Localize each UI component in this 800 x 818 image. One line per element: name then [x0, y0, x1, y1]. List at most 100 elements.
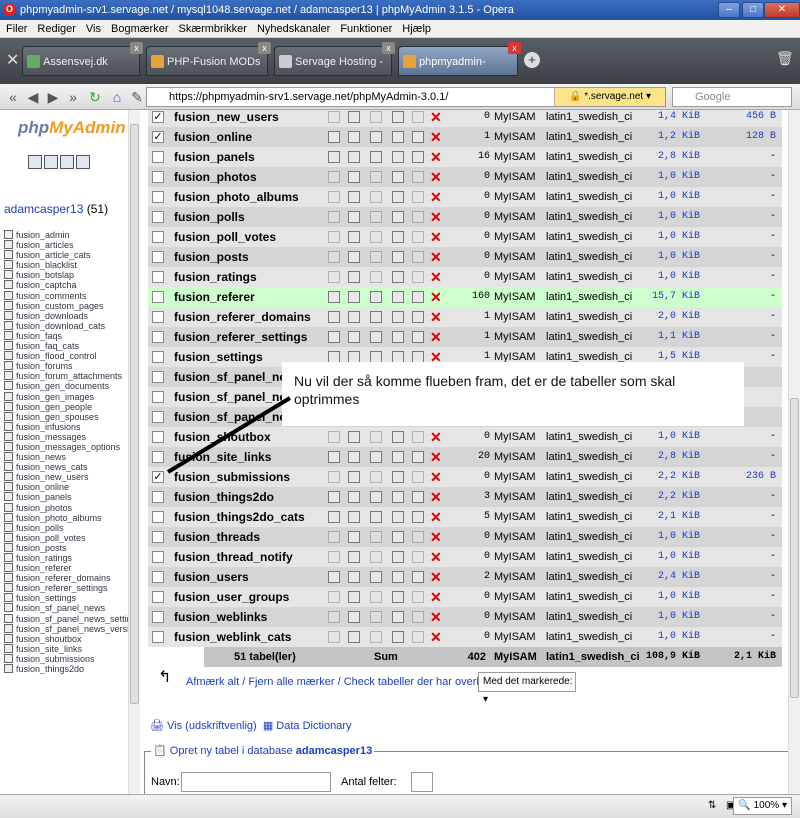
- menu-item[interactable]: Filer: [6, 23, 27, 35]
- browse-icon[interactable]: [328, 491, 340, 503]
- insert-icon[interactable]: [392, 571, 404, 583]
- insert-icon[interactable]: [392, 471, 404, 483]
- browse-icon[interactable]: [328, 251, 340, 263]
- structure-icon[interactable]: [348, 191, 360, 203]
- rewind-icon[interactable]: «: [4, 88, 22, 106]
- browse-icon[interactable]: [328, 531, 340, 543]
- sidebar-table-link[interactable]: fusion_faqs: [4, 331, 128, 341]
- browse-icon[interactable]: [328, 511, 340, 523]
- sidebar-table-link[interactable]: fusion_ratings: [4, 553, 128, 563]
- search-icon[interactable]: [370, 431, 382, 443]
- structure-icon[interactable]: [348, 211, 360, 223]
- empty-icon[interactable]: [412, 631, 424, 643]
- drop-icon[interactable]: ✕: [430, 247, 442, 267]
- empty-icon[interactable]: [412, 251, 424, 263]
- search-icon[interactable]: [370, 251, 382, 263]
- empty-icon[interactable]: [412, 311, 424, 323]
- sidebar-table-link[interactable]: fusion_captcha: [4, 280, 128, 290]
- insert-icon[interactable]: [392, 231, 404, 243]
- empty-icon[interactable]: [412, 211, 424, 223]
- empty-icon[interactable]: [412, 591, 424, 603]
- menu-item[interactable]: Skærmbrikker: [178, 23, 246, 35]
- table-name-link[interactable]: fusion_new_users: [174, 110, 279, 127]
- sidebar-table-link[interactable]: fusion_polls: [4, 523, 128, 533]
- row-checkbox[interactable]: [152, 451, 164, 463]
- sidebar-table-link[interactable]: fusion_admin: [4, 230, 128, 240]
- row-checkbox[interactable]: [152, 211, 164, 223]
- row-checkbox[interactable]: [152, 351, 164, 363]
- sidebar-table-link[interactable]: fusion_posts: [4, 543, 128, 553]
- check-all-links[interactable]: Afmærk alt / Fjern alle mærker / Check t…: [186, 669, 501, 695]
- structure-icon[interactable]: [348, 431, 360, 443]
- browse-icon[interactable]: [328, 551, 340, 563]
- tab-close-icon[interactable]: x: [130, 42, 143, 54]
- query-icon[interactable]: [60, 155, 74, 169]
- address-field[interactable]: https://phpmyadmin-srv1.servage.net/phpM…: [146, 87, 666, 107]
- sidebar-table-link[interactable]: fusion_sf_panel_news_version: [4, 624, 128, 634]
- empty-icon[interactable]: [412, 471, 424, 483]
- insert-icon[interactable]: [392, 311, 404, 323]
- browse-icon[interactable]: [328, 451, 340, 463]
- menu-item[interactable]: Funktioner: [340, 23, 392, 35]
- tab[interactable]: Assensvej.dk x: [22, 42, 143, 76]
- empty-icon[interactable]: [412, 291, 424, 303]
- table-name-link[interactable]: fusion_poll_votes: [174, 227, 276, 247]
- drop-icon[interactable]: ✕: [430, 307, 442, 327]
- sidebar-table-link[interactable]: fusion_messages_options: [4, 442, 128, 452]
- table-name-link[interactable]: fusion_submissions: [174, 467, 290, 487]
- empty-icon[interactable]: [412, 571, 424, 583]
- drop-icon[interactable]: ✕: [430, 267, 442, 287]
- table-name-link[interactable]: fusion_referer: [174, 287, 255, 307]
- structure-icon[interactable]: [348, 291, 360, 303]
- drop-icon[interactable]: ✕: [430, 127, 442, 147]
- sidebar-table-link[interactable]: fusion_panels: [4, 492, 128, 502]
- browse-icon[interactable]: [328, 171, 340, 183]
- search-icon[interactable]: [370, 311, 382, 323]
- trash-icon[interactable]: 🗑: [776, 50, 794, 67]
- home-icon[interactable]: [28, 155, 42, 169]
- row-checkbox[interactable]: [152, 371, 164, 383]
- table-name-link[interactable]: fusion_posts: [174, 247, 249, 267]
- home-icon[interactable]: ⌂: [108, 88, 126, 106]
- row-checkbox[interactable]: [152, 551, 164, 563]
- row-checkbox[interactable]: [152, 391, 164, 403]
- network-icon[interactable]: ⇅: [708, 795, 716, 817]
- sidebar-table-link[interactable]: fusion_things2do: [4, 664, 128, 674]
- sidebar-table-link[interactable]: fusion_sf_panel_news_settings: [4, 614, 128, 624]
- browse-icon[interactable]: [328, 191, 340, 203]
- sidebar-table-link[interactable]: fusion_shoutbox: [4, 634, 128, 644]
- table-name-link[interactable]: fusion_online: [174, 127, 252, 147]
- minimize-button[interactable]: –: [718, 2, 740, 18]
- browse-icon[interactable]: [328, 631, 340, 643]
- drop-icon[interactable]: ✕: [430, 427, 442, 447]
- insert-icon[interactable]: [392, 271, 404, 283]
- tab-close-icon[interactable]: x: [258, 42, 271, 54]
- row-checkbox[interactable]: [152, 291, 164, 303]
- row-checkbox[interactable]: [152, 231, 164, 243]
- table-name-link[interactable]: fusion_panels: [174, 147, 255, 167]
- insert-icon[interactable]: [392, 531, 404, 543]
- row-checkbox[interactable]: [152, 531, 164, 543]
- insert-icon[interactable]: [392, 631, 404, 643]
- drop-icon[interactable]: ✕: [430, 627, 442, 647]
- row-checkbox[interactable]: ✓: [152, 131, 164, 143]
- sidebar-table-link[interactable]: fusion_gen_images: [4, 392, 128, 402]
- browse-icon[interactable]: [328, 431, 340, 443]
- row-checkbox[interactable]: [152, 431, 164, 443]
- empty-icon[interactable]: [412, 531, 424, 543]
- row-checkbox[interactable]: [152, 311, 164, 323]
- insert-icon[interactable]: [392, 171, 404, 183]
- structure-icon[interactable]: [348, 571, 360, 583]
- empty-icon[interactable]: [412, 491, 424, 503]
- table-name-link[interactable]: fusion_weblink_cats: [174, 627, 291, 647]
- search-icon[interactable]: [370, 291, 382, 303]
- sidebar-table-link[interactable]: fusion_settings: [4, 593, 128, 603]
- row-checkbox[interactable]: ✓: [152, 111, 164, 123]
- table-name-link[interactable]: fusion_users: [174, 567, 249, 587]
- sidebar-table-link[interactable]: fusion_online: [4, 482, 128, 492]
- sidebar-table-link[interactable]: fusion_referer: [4, 563, 128, 573]
- sidebar-scrollbar[interactable]: [128, 110, 140, 794]
- drop-icon[interactable]: ✕: [430, 287, 442, 307]
- sidebar-table-link[interactable]: fusion_comments: [4, 291, 128, 301]
- sidebar-table-link[interactable]: fusion_flood_control: [4, 351, 128, 361]
